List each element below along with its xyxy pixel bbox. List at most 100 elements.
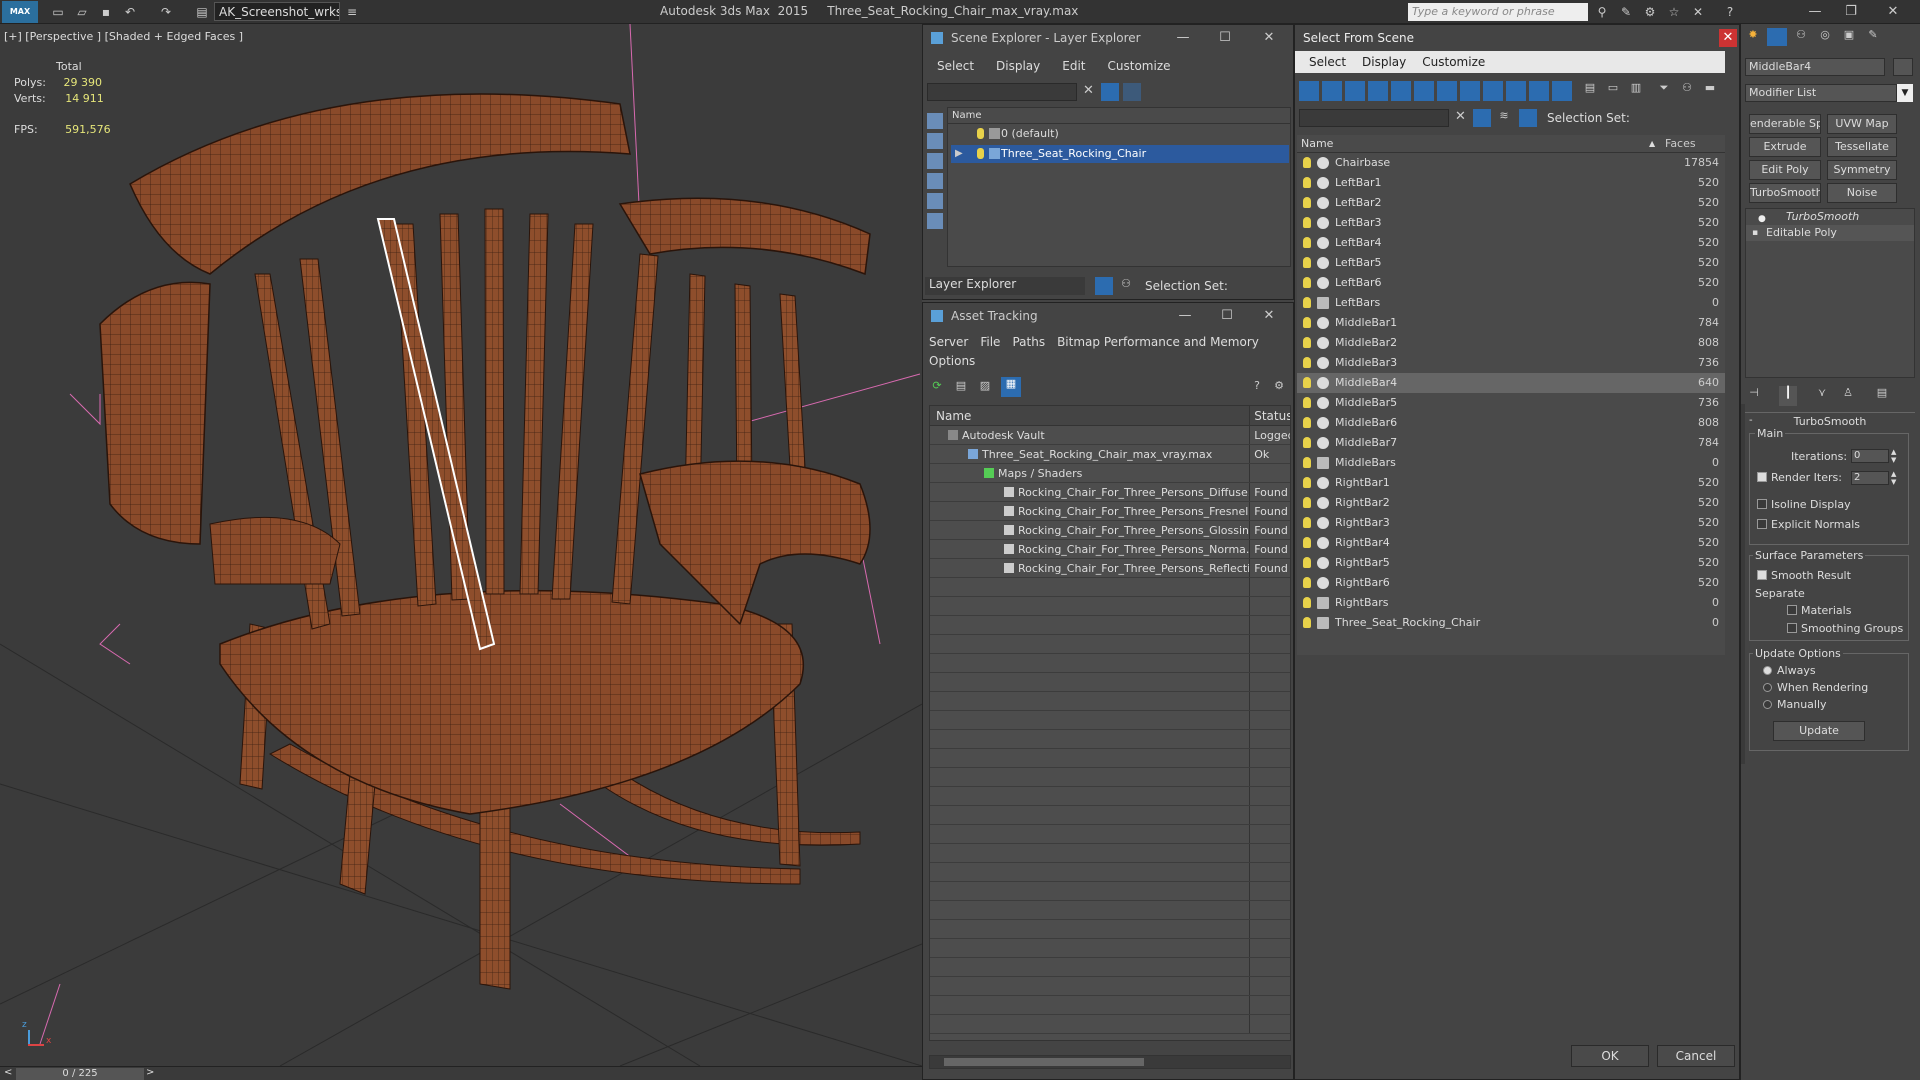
light-bulb-icon[interactable]	[1303, 197, 1311, 208]
light-bulb-icon[interactable]	[1303, 517, 1311, 528]
at-settings-icon[interactable]: ⚙	[1271, 379, 1287, 395]
se-menu-display[interactable]: Display	[996, 59, 1040, 73]
materials-checkbox[interactable]	[1787, 605, 1797, 615]
light-bulb-icon[interactable]	[1303, 157, 1311, 168]
asset-row[interactable]: Rocking_Chair_For_Three_Persons_Diffuse.…	[930, 483, 1290, 502]
light-bulb-icon[interactable]	[1303, 337, 1311, 348]
filter-lights-icon[interactable]	[1345, 81, 1365, 101]
se-menu-edit[interactable]: Edit	[1062, 59, 1085, 73]
always-radio[interactable]	[1763, 666, 1772, 675]
display-tab-icon[interactable]: ▣	[1839, 28, 1859, 46]
configure-sets-icon[interactable]: ▤	[1873, 386, 1891, 406]
se-display-groups-icon[interactable]	[927, 213, 943, 229]
sfs-collapse-icon[interactable]: ▬	[1700, 81, 1720, 101]
search-input[interactable]: Type a keyword or phrase	[1408, 3, 1588, 21]
se-maximize-button[interactable]: ☐	[1213, 28, 1237, 48]
favorites-icon[interactable]: ☆	[1666, 4, 1682, 20]
sfs-row[interactable]: MiddleBar5 736	[1297, 393, 1725, 413]
sfs-menu-customize[interactable]: Customize	[1422, 55, 1485, 69]
se-hierarchy-icon[interactable]: ⚇	[1117, 277, 1135, 295]
light-bulb-icon[interactable]	[1303, 457, 1311, 468]
at-menu-options[interactable]: Options	[929, 354, 975, 368]
filter-geometry-icon[interactable]	[1299, 81, 1319, 101]
at-scroll-thumb[interactable]	[944, 1058, 1144, 1066]
ok-button[interactable]: OK	[1571, 1045, 1649, 1067]
light-bulb-icon[interactable]	[1303, 257, 1311, 268]
sfs-row[interactable]: RightBar1 520	[1297, 473, 1725, 493]
asset-row[interactable]: Rocking_Chair_For_Three_Persons_Fresnel.…	[930, 502, 1290, 521]
perspective-viewport[interactable]: [+] [Perspective ] [Shaded + Edged Faces…	[0, 24, 922, 1066]
workspace-menu-icon[interactable]: ≡	[344, 4, 360, 20]
light-bulb-icon[interactable]	[1303, 277, 1311, 288]
hierarchy-tab-icon[interactable]: ⚇	[1791, 28, 1811, 46]
se-clear-icon[interactable]: ✕	[1083, 83, 1094, 98]
pin-stack-icon[interactable]: ⊣	[1745, 386, 1763, 406]
light-bulb-icon[interactable]	[1303, 317, 1311, 328]
at-list-icon[interactable]: ▤	[953, 379, 969, 395]
app-logo[interactable]: MAX	[2, 1, 38, 23]
render-iters-arrows-icon[interactable]: ▲ ▼	[1891, 470, 1896, 486]
sfs-row[interactable]: RightBar2 520	[1297, 493, 1725, 513]
iterations-spinner[interactable]: 0	[1851, 449, 1889, 463]
explicit-normals-checkbox[interactable]	[1757, 519, 1767, 529]
modify-tab-icon[interactable]	[1767, 28, 1787, 46]
time-next-icon[interactable]: >	[146, 1067, 154, 1078]
help-icon[interactable]: ?	[1722, 4, 1738, 20]
stack-expand-icon[interactable]: ▪	[1752, 225, 1758, 241]
stack-item-editable-poly[interactable]: ▪ Editable Poly	[1746, 225, 1914, 241]
at-grid-icon[interactable]: ▦	[1001, 377, 1021, 397]
viewport-label[interactable]: [+] [Perspective ] [Shaded + Edged Faces…	[4, 30, 243, 43]
se-layers-icon[interactable]	[1095, 277, 1113, 295]
sfs-row[interactable]: Three_Seat_Rocking_Chair 0	[1297, 613, 1725, 633]
remove-modifier-icon[interactable]: ♙	[1839, 386, 1857, 406]
layer-row-chair[interactable]: ▶ Three_Seat_Rocking_Chair	[951, 145, 1289, 163]
sfs-col-name[interactable]: Name	[1297, 135, 1649, 152]
se-menu-customize[interactable]: Customize	[1108, 59, 1171, 73]
open-file-icon[interactable]: ▱	[74, 4, 90, 20]
at-image-icon[interactable]: ▨	[977, 379, 993, 395]
light-bulb-icon[interactable]	[1303, 177, 1311, 188]
redo-icon[interactable]: ↷	[158, 4, 174, 20]
isoline-checkbox[interactable]	[1757, 499, 1767, 509]
manually-radio[interactable]	[1763, 700, 1772, 709]
sfs-filter-icon[interactable]	[1473, 109, 1491, 127]
at-menu-file[interactable]: File	[980, 335, 1000, 349]
binoculars-icon[interactable]: ⚲	[1594, 4, 1610, 20]
se-layer-tool-icon[interactable]	[1123, 83, 1141, 101]
sfs-close-button[interactable]: ✕	[1719, 29, 1737, 47]
sfs-filter-funnel-icon[interactable]: ⏷	[1654, 81, 1674, 101]
sfs-col-faces[interactable]: Faces	[1661, 135, 1725, 152]
utilities-tab-icon[interactable]: ✎	[1863, 28, 1883, 46]
asset-row[interactable]: Rocking_Chair_For_Three_Persons_Norma...…	[930, 540, 1290, 559]
se-display-spacewarps-icon[interactable]	[927, 193, 943, 209]
project-icon[interactable]: ▤	[194, 4, 210, 20]
motion-tab-icon[interactable]: ◎	[1815, 28, 1835, 46]
filter-groups-icon[interactable]	[1437, 81, 1457, 101]
light-bulb-icon[interactable]	[1303, 577, 1311, 588]
sfs-row[interactable]: LeftBar2 520	[1297, 193, 1725, 213]
mod-btn-renderable-spline[interactable]: enderable Splir	[1749, 114, 1821, 134]
light-bulb-icon[interactable]	[1303, 397, 1311, 408]
subscription-icon[interactable]: ⚙	[1642, 4, 1658, 20]
asset-row[interactable]: Autodesk Vault Logged	[930, 426, 1290, 445]
light-bulb-icon[interactable]	[1303, 477, 1311, 488]
time-prev-icon[interactable]: <	[4, 1067, 12, 1078]
filter-containers-icon[interactable]	[1506, 81, 1526, 101]
sfs-row[interactable]: MiddleBar3 736	[1297, 353, 1725, 373]
sfs-hier-toggle-icon[interactable]	[1519, 109, 1537, 127]
sfs-hierarchy-icon[interactable]: ⚇	[1677, 81, 1697, 101]
iterations-arrows-icon[interactable]: ▲ ▼	[1891, 448, 1896, 464]
sfs-row[interactable]: RightBar6 520	[1297, 573, 1725, 593]
at-maximize-button[interactable]: ☐	[1215, 306, 1239, 326]
sfs-row[interactable]: RightBar3 520	[1297, 513, 1725, 533]
new-file-icon[interactable]: ▭	[50, 4, 66, 20]
cmd-scrollbar[interactable]	[1741, 404, 1745, 764]
light-bulb-icon[interactable]	[1303, 557, 1311, 568]
at-minimize-button[interactable]: —	[1173, 306, 1197, 326]
sfs-row[interactable]: LeftBar6 520	[1297, 273, 1725, 293]
sfs-row[interactable]: LeftBar4 520	[1297, 233, 1725, 253]
at-help-icon[interactable]: ?	[1249, 379, 1265, 395]
time-slider[interactable]: 0 / 225	[16, 1068, 144, 1080]
asset-row[interactable]: Rocking_Chair_For_Three_Persons_Glossin.…	[930, 521, 1290, 540]
create-tab-icon[interactable]: ✸	[1743, 28, 1763, 46]
